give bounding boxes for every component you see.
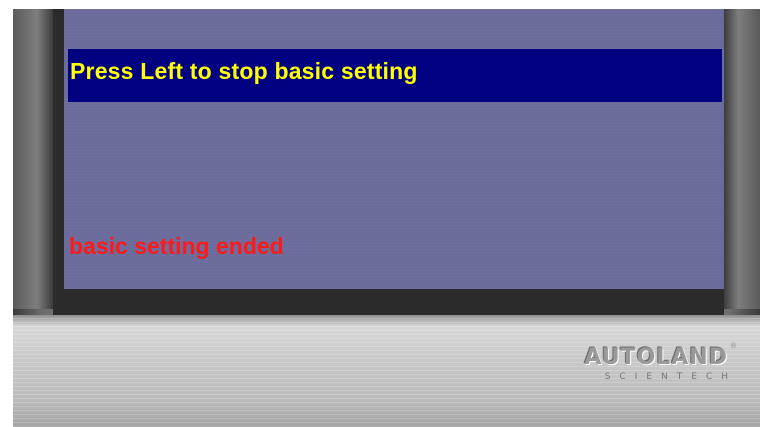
prompt-bar: Press Left to stop basic setting <box>68 49 722 102</box>
scan-tool-device: Press Left to stop basic setting basic s… <box>13 9 760 427</box>
brushed-metal-panel: AUTOLAND SCIENTECH ® <box>13 315 760 427</box>
device-frame-right <box>724 9 760 309</box>
display-screen: Press Left to stop basic setting basic s… <box>64 9 724 289</box>
brand-name: AUTOLAND <box>584 345 728 370</box>
prompt-message: Press Left to stop basic setting <box>70 58 418 84</box>
brand-tagline: SCIENTECH <box>604 372 737 382</box>
status-message: basic setting ended <box>69 233 284 259</box>
brand-logo: AUTOLAND SCIENTECH ® <box>568 343 736 395</box>
device-frame-left <box>13 9 53 309</box>
registered-mark: ® <box>730 343 736 350</box>
